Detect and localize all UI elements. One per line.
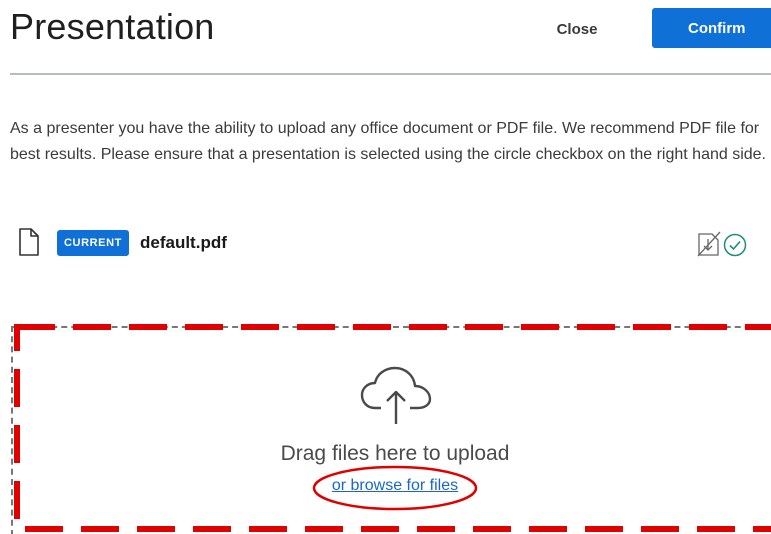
page-title: Presentation [10, 6, 215, 47]
browse-files-link[interactable]: or browse for files [0, 477, 771, 495]
close-button[interactable]: Close [540, 12, 614, 46]
cloud-upload-icon [360, 366, 432, 424]
confirm-button[interactable]: Confirm [652, 8, 771, 48]
download-disabled-icon[interactable] [697, 231, 721, 257]
upload-instructions: As a presenter you have the ability to u… [10, 120, 766, 163]
document-icon [19, 228, 39, 256]
file-list-item: CURRENT default.pdf [18, 226, 758, 260]
drag-instructions: Drag files here to upload [280, 442, 510, 465]
presentation-upload-dialog: Presentation Close Confirm As a presente… [0, 0, 771, 534]
header-divider [10, 73, 771, 75]
check-circle-icon[interactable] [723, 233, 747, 257]
file-name: default.pdf [140, 233, 227, 252]
file-dropzone[interactable] [11, 326, 771, 534]
current-badge: CURRENT [57, 230, 129, 256]
